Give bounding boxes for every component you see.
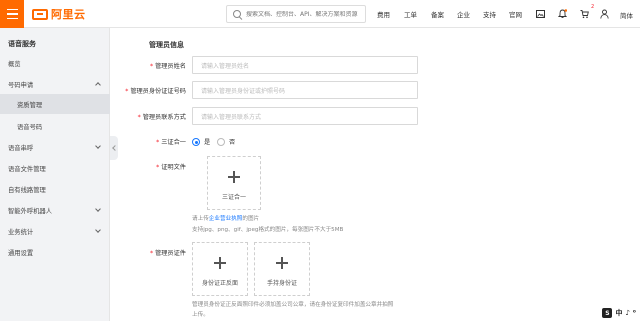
sidebar-item-label: 资质管理 — [17, 101, 43, 109]
plus-icon — [276, 257, 288, 269]
notification-badge: 2 — [591, 4, 595, 10]
sidebar-item-label: 自有线路管理 — [8, 186, 46, 194]
admin-name-label: * 管理员姓名 — [150, 61, 186, 70]
required-mark: * — [149, 63, 154, 70]
sidebar-item-label: 语音文件管理 — [8, 165, 46, 173]
sidebar-item-overview[interactable]: 概览 — [0, 53, 110, 73]
upload-label: 三证合一 — [221, 194, 246, 201]
main-content: 管理员信息 * 管理员姓名 请输入管理员姓名 * 管理员身份证证号码 请输入管理员身… — [118, 28, 640, 321]
label-text: 证明文件 — [161, 164, 186, 171]
upload-three-in-one[interactable]: 三证合一 — [207, 156, 261, 210]
image-icon[interactable] — [536, 10, 545, 18]
sidebar-item-label: 概览 — [8, 60, 21, 68]
nav-website[interactable]: 官网 — [509, 9, 522, 19]
sidebar-item-label: 号码申请 — [8, 81, 34, 89]
placeholder-text: 请输入管理员身份证或护照号码 — [201, 87, 286, 95]
aliyun-logo[interactable]: 阿里云 — [32, 6, 86, 22]
placeholder-text: 请输入管理员姓名 — [201, 62, 250, 70]
sidebar-item-settings[interactable]: 通用设置 — [0, 242, 110, 262]
ime-width-char[interactable]: ⁰ — [633, 309, 636, 317]
chevron-down-icon — [95, 227, 101, 233]
radio-no[interactable] — [217, 138, 225, 146]
sogou-ime-icon[interactable]: S — [602, 308, 613, 318]
sidebar-collapse-toggle[interactable] — [110, 136, 118, 160]
admin-id-number-input[interactable]: 请输入管理员身份证或护照号码 — [192, 81, 418, 99]
sidebar: 语音服务 概览 号码申请 资质管理 语音号码 语音串呼 语音文件管理 自有线路管… — [0, 28, 110, 321]
section-title: 管理员信息 — [149, 41, 184, 49]
hamburger-icon — [6, 7, 18, 21]
sidebar-item-number-apply[interactable]: 号码申请 — [0, 74, 110, 94]
certificate-hint: 请上传企业营业执照的图片 — [192, 214, 259, 222]
required-mark: * — [156, 139, 160, 146]
label-text: 管理员姓名 — [155, 63, 186, 70]
chevron-up-icon — [95, 82, 101, 88]
ime-punct-char[interactable]: ♪ — [625, 309, 629, 317]
sidebar-item-label: 语音号码 — [17, 123, 43, 131]
sidebar-item-voice-files[interactable]: 语音文件管理 — [0, 158, 110, 178]
upload-label: 身份证正反面 — [201, 280, 238, 287]
hint-suffix: 的图片 — [242, 216, 260, 222]
sidebar-item-voice-call[interactable]: 语音串呼 — [0, 137, 110, 157]
upload-label: 手持身份证 — [266, 280, 297, 287]
language-switch[interactable]: 简体 — [620, 10, 633, 20]
certificate-label: * 证明文件 — [156, 162, 186, 171]
nav-filing[interactable]: 备案 — [431, 9, 444, 19]
admin-id-hint-line2: 上传。 — [192, 312, 209, 318]
radio-no-label[interactable]: 否 — [229, 137, 235, 146]
logo-text: 阿里云 — [51, 8, 86, 21]
sidebar-item-label: 业务统计 — [8, 228, 34, 236]
cart-icon[interactable] — [580, 9, 589, 19]
format-hint: 支持jpg、png、gif、jpeg格式的图片，每张图片不大于5MB — [192, 227, 344, 233]
radio-yes-label[interactable]: 是 — [204, 137, 210, 146]
upload-id-front-back[interactable]: 身份证正反面 — [192, 242, 248, 296]
user-icon[interactable] — [600, 9, 609, 19]
aliyun-logo-icon — [32, 8, 48, 20]
required-mark: * — [125, 88, 129, 95]
sidebar-item-robot[interactable]: 智能外呼机器人 — [0, 200, 110, 220]
required-mark: * — [137, 114, 141, 121]
sidebar-item-label: 智能外呼机器人 — [8, 207, 53, 215]
placeholder-text: 请输入管理员联系方式 — [201, 113, 262, 121]
nav-fees[interactable]: 费用 — [377, 9, 390, 19]
upload-hand-held-id[interactable]: 手持身份证 — [254, 242, 310, 296]
sidebar-item-qualification[interactable]: 资质管理 — [0, 94, 110, 114]
admin-id-doc-label: * 管理员证件 — [150, 248, 186, 257]
sidebar-title: 语音服务 — [8, 40, 36, 48]
sidebar-item-label: 通用设置 — [8, 249, 34, 257]
hint-prefix: 请上传 — [192, 216, 209, 222]
search-input[interactable] — [246, 10, 361, 18]
ime-mode-char[interactable]: 中 — [615, 308, 622, 318]
sidebar-item-statistics[interactable]: 业务统计 — [0, 221, 110, 241]
required-mark: * — [156, 164, 160, 171]
ime-toolbar[interactable]: S 中 ♪ ⁰ — [602, 307, 636, 319]
admin-name-input[interactable]: 请输入管理员姓名 — [192, 56, 418, 74]
label-text: 管理员联系方式 — [142, 114, 186, 121]
admin-id-number-label: * 管理员身份证证号码 — [125, 86, 186, 95]
nav-support[interactable]: 支持 — [483, 9, 496, 19]
admin-contact-label: * 管理员联系方式 — [138, 112, 186, 121]
sidebar-item-label: 语音串呼 — [8, 144, 34, 152]
chevron-down-icon — [95, 206, 101, 212]
admin-contact-input[interactable]: 请输入管理员联系方式 — [192, 107, 418, 125]
label-text: 三证合一 — [161, 139, 186, 146]
top-bar: 阿里云 费用 工单 备案 企业 支持 官网 2 简体 — [0, 0, 640, 28]
nav-tickets[interactable]: 工单 — [404, 9, 417, 19]
plus-icon — [228, 171, 240, 183]
radio-yes[interactable] — [192, 138, 200, 146]
admin-id-hint-line1: 管理员身份证正反面照印件必须加盖公司公章，请在身份证复印件加盖公章并拍照 — [192, 302, 394, 308]
bell-icon[interactable] — [558, 9, 567, 19]
label-text: 管理员身份证证号码 — [130, 88, 186, 95]
three-in-one-label: * 三证合一 — [156, 137, 186, 146]
required-mark: * — [149, 250, 154, 257]
label-text: 管理员证件 — [155, 250, 186, 257]
search-box[interactable] — [226, 5, 366, 23]
search-icon — [233, 10, 241, 18]
business-license-link[interactable]: 企业营业执照 — [209, 216, 243, 222]
plus-icon — [214, 257, 226, 269]
nav-enterprise[interactable]: 企业 — [457, 9, 470, 19]
sidebar-item-own-lines[interactable]: 自有线路管理 — [0, 179, 110, 199]
chevron-down-icon — [95, 143, 101, 149]
sidebar-item-voice-number[interactable]: 语音号码 — [0, 116, 110, 136]
menu-button[interactable] — [0, 0, 24, 28]
